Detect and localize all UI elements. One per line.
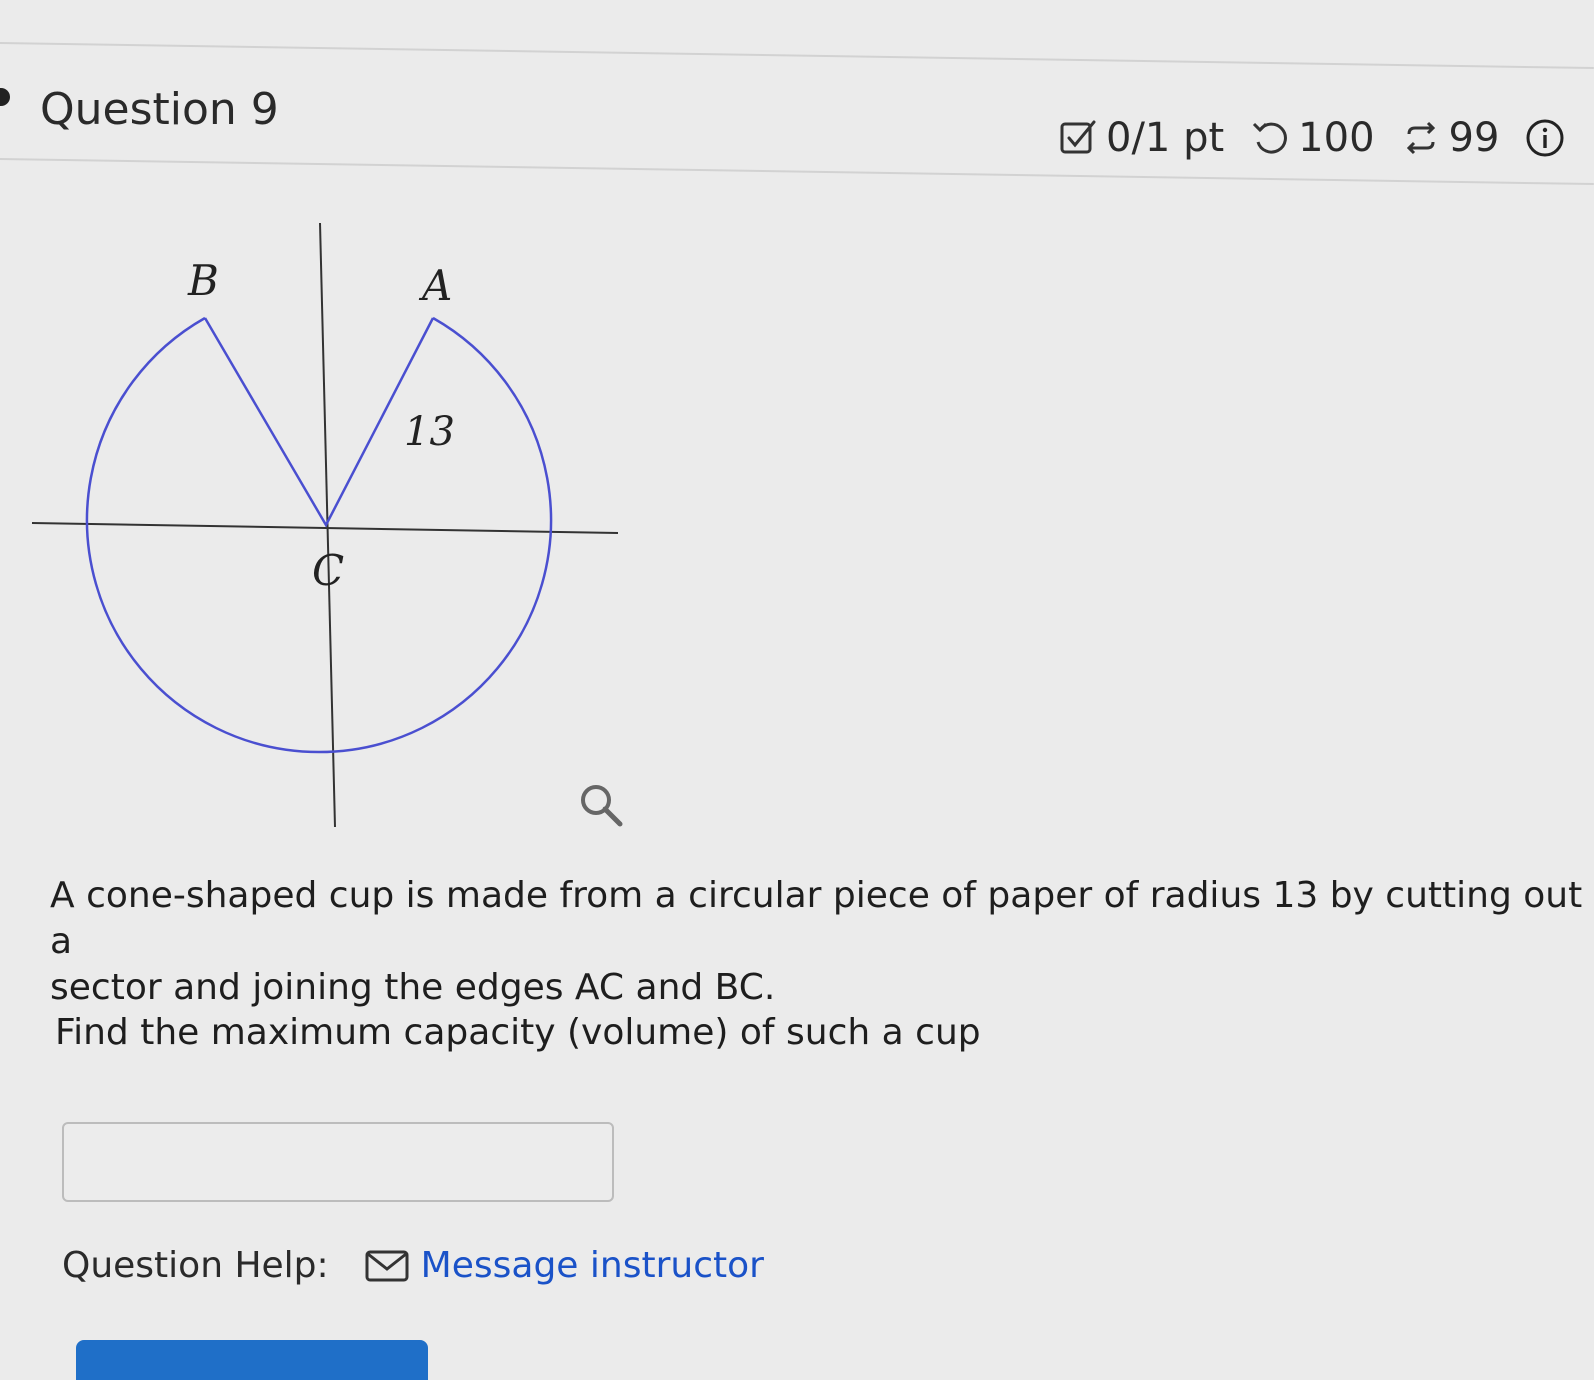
score-value: 0/1 pt bbox=[1106, 115, 1225, 161]
undo-icon bbox=[1250, 118, 1290, 158]
label-b: B bbox=[187, 256, 219, 305]
question-status-bar: 0/1 pt 100 99 bbox=[1058, 115, 1573, 161]
magnifier-icon[interactable] bbox=[578, 782, 624, 828]
checkbox-pencil-icon bbox=[1058, 118, 1098, 158]
top-divider bbox=[0, 42, 1594, 70]
vertical-axis bbox=[319, 222, 336, 828]
envelope-icon[interactable] bbox=[365, 1248, 409, 1284]
attempts-value: 99 bbox=[1448, 115, 1500, 161]
question-title: Question 9 bbox=[40, 84, 279, 135]
message-instructor-link[interactable]: Message instructor bbox=[421, 1245, 764, 1286]
question-prompt: Find the maximum capacity (volume) of su… bbox=[55, 1012, 981, 1053]
cut-edges bbox=[203, 317, 435, 528]
circle-arc bbox=[85, 316, 553, 754]
cone-diagram: B A C 13 bbox=[31, 222, 619, 828]
question-paragraph: A cone-shaped cup is made from a circula… bbox=[50, 875, 1583, 1008]
header-divider bbox=[0, 158, 1594, 186]
question-help: Question Help: Message instructor bbox=[62, 1245, 764, 1286]
retries-value: 100 bbox=[1298, 115, 1375, 161]
label-c: C bbox=[312, 546, 344, 595]
radius-label: 13 bbox=[404, 409, 455, 455]
answer-input[interactable] bbox=[62, 1122, 614, 1202]
repeat-icon bbox=[1401, 118, 1441, 158]
submit-button[interactable] bbox=[76, 1340, 428, 1380]
question-bullet bbox=[0, 88, 10, 106]
question-help-label: Question Help: bbox=[62, 1245, 329, 1286]
info-icon[interactable] bbox=[1525, 118, 1565, 158]
label-a: A bbox=[418, 261, 452, 310]
